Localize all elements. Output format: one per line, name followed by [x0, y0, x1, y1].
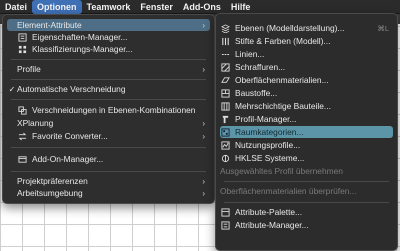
submenu-item-mehrschichtige-bauteile[interactable]: Mehrschichtige Bauteile... — [220, 100, 393, 112]
submenu-item-linien[interactable]: Linien... — [220, 48, 393, 60]
palette-icon — [220, 207, 231, 217]
submenu-item-attribute-palette[interactable]: Attribute-Palette... — [220, 206, 393, 218]
menu-item-label: Arbeitsumgebung — [17, 188, 83, 198]
menu-item-label: Element-Attribute — [17, 20, 82, 30]
submenu-item-hklse-systeme[interactable]: HKLSE Systeme... — [220, 152, 393, 164]
menu-item-label: Favorite Converter... — [32, 131, 108, 141]
surface-icon — [220, 76, 231, 85]
menu-datei[interactable]: Datei — [0, 0, 32, 14]
submenu-item-stifte-farben[interactable]: Stifte & Farben (Modell)... — [220, 35, 393, 47]
hatch-icon — [220, 62, 231, 72]
menu-item-label: Schraffuren... — [235, 62, 286, 72]
menu-item-eigenschaften-manager[interactable]: Eigenschaften-Manager... — [7, 31, 210, 43]
menu-item-add-on-manager[interactable]: Add-On-Manager... — [7, 153, 210, 165]
submenu-item-profil-manager[interactable]: Profil-Manager... — [220, 113, 393, 125]
menu-item-label: Eigenschaften-Manager... — [32, 32, 128, 42]
submenu-item-nutzungsprofile[interactable]: Nutzungsprofile... — [220, 139, 393, 151]
menu-item-klassifizierungs-manager[interactable]: Klassifizierungs-Manager... — [7, 43, 210, 55]
checkmark-icon: ✓ — [8, 84, 16, 94]
line-type-icon — [220, 50, 231, 59]
menu-item-label: Nutzungsprofile... — [235, 140, 301, 150]
menu-item-label: Profile — [17, 64, 41, 74]
separator — [224, 181, 389, 182]
zone-category-icon — [220, 127, 231, 137]
menu-hilfe[interactable]: Hilfe — [226, 0, 256, 14]
menu-item-label: Raumkategorien... — [235, 127, 304, 137]
optionen-dropdown: Element-Attribute › Eigenschaften-Manage… — [2, 14, 215, 204]
classification-icon — [17, 45, 28, 54]
chevron-right-icon: › — [202, 20, 205, 30]
menu-optionen[interactable]: Optionen — [32, 0, 82, 14]
separator — [224, 202, 389, 203]
converter-icon — [17, 132, 28, 141]
chevron-right-icon: › — [202, 188, 205, 198]
menu-item-label: Verschneidungen in Ebenen-Kombinationen — [32, 105, 196, 115]
shortcut-label: ⌘L — [377, 23, 389, 33]
separator — [11, 59, 206, 60]
chevron-right-icon: › — [202, 176, 205, 186]
composite-icon — [220, 101, 231, 111]
properties-icon — [17, 32, 28, 42]
submenu-item-oberflaechen-pruefen: Oberflächenmaterialien überprüfen... — [220, 185, 393, 197]
separator — [11, 171, 206, 172]
menu-item-label: Profil-Manager... — [235, 114, 297, 124]
menu-item-label: Ebenen (Modelldarstellung)... — [235, 23, 345, 33]
separator — [11, 147, 206, 148]
menu-item-label: Mehrschichtige Bauteile... — [235, 101, 331, 111]
profile-icon — [220, 115, 231, 124]
chevron-right-icon: › — [202, 118, 205, 128]
attribute-manager-icon — [220, 220, 231, 230]
menu-item-element-attribute[interactable]: Element-Attribute › — [7, 19, 210, 31]
menu-item-label: Projektpräferenzen — [17, 176, 88, 186]
submenu-item-oberflaechenmaterialien[interactable]: Oberflächenmaterialien... — [220, 74, 393, 86]
menu-item-verschneidungen-ebenen[interactable]: Verschneidungen in Ebenen-Kombinationen — [7, 104, 210, 116]
menu-item-label: XPlanung — [17, 118, 54, 128]
menu-item-label: Ausgewähltes Profil übernehmen — [220, 166, 343, 176]
layers-icon — [220, 23, 231, 33]
menu-item-profile[interactable]: Profile › — [7, 63, 210, 75]
submenu-item-schraffuren[interactable]: Schraffuren... — [220, 61, 393, 73]
mep-systems-icon — [220, 154, 231, 163]
menu-bar: Datei Optionen Teamwork Fenster Add-Ons … — [0, 0, 400, 14]
menu-item-label: Stifte & Farben (Modell)... — [235, 36, 331, 46]
menu-add-ons[interactable]: Add-Ons — [178, 0, 226, 14]
menu-item-automatische-verschneidung[interactable]: ✓ Automatische Verschneidung — [7, 83, 210, 95]
add-on-icon — [17, 155, 28, 164]
material-icon — [220, 88, 231, 98]
menu-item-label: Attribute-Palette... — [235, 207, 303, 217]
intersection-icon — [17, 105, 28, 115]
menu-item-favorite-converter[interactable]: Favorite Converter... › — [7, 130, 210, 142]
operation-profile-icon — [220, 140, 231, 150]
menu-item-label: Add-On-Manager... — [32, 154, 104, 164]
menu-item-label: Automatische Verschneidung — [17, 84, 126, 94]
separator — [11, 99, 206, 100]
submenu-item-attribute-manager[interactable]: Attribute-Manager... — [220, 219, 393, 231]
menu-teamwork[interactable]: Teamwork — [82, 0, 136, 14]
chevron-right-icon: › — [202, 64, 205, 74]
menu-item-label: Attribute-Manager... — [235, 220, 309, 230]
submenu-item-baustoffe[interactable]: Baustoffe... — [220, 87, 393, 99]
menu-item-label: HKLSE Systeme... — [235, 153, 305, 163]
menu-item-projektpraeferenzen[interactable]: Projektpräferenzen › — [7, 175, 210, 187]
submenu-item-ebenen[interactable]: Ebenen (Modelldarstellung)... ⌘L — [220, 22, 393, 34]
menu-item-label: Oberflächenmaterialien überprüfen... — [220, 186, 357, 196]
menu-fenster[interactable]: Fenster — [135, 0, 178, 14]
element-attribute-submenu: Ebenen (Modelldarstellung)... ⌘L Stifte … — [215, 13, 398, 251]
menu-item-xplanung[interactable]: XPlanung › — [7, 117, 210, 129]
separator — [11, 79, 206, 80]
menu-item-label: Klassifizierungs-Manager... — [32, 44, 133, 54]
pen-icon — [220, 37, 231, 46]
menu-item-arbeitsumgebung[interactable]: Arbeitsumgebung › — [7, 187, 210, 199]
menu-item-label: Linien... — [235, 49, 265, 59]
menu-item-label: Baustoffe... — [235, 88, 278, 98]
submenu-item-ausgewaehltes-profil: Ausgewähltes Profil übernehmen — [220, 165, 393, 177]
chevron-right-icon: › — [202, 131, 205, 141]
submenu-item-raumkategorien[interactable]: Raumkategorien... — [220, 126, 393, 138]
menu-item-label: Oberflächenmaterialien... — [235, 75, 329, 85]
